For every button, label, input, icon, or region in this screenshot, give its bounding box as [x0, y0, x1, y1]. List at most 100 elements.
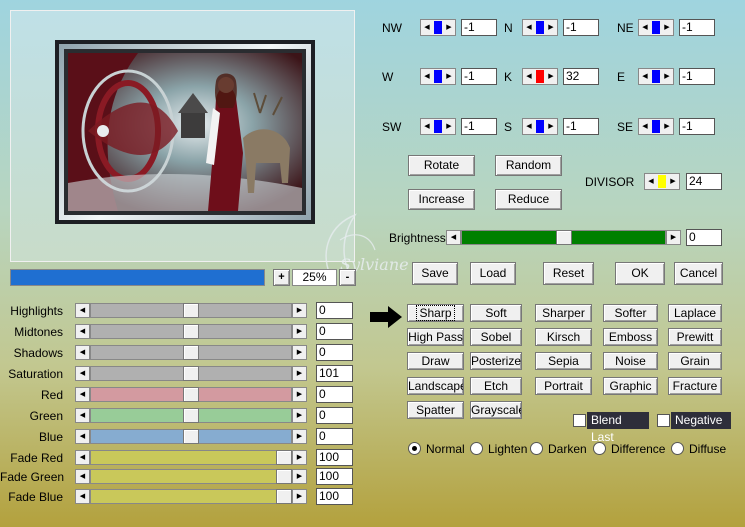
- fade-blue-slider[interactable]: [90, 489, 292, 504]
- decrease-icon[interactable]: ◀: [421, 20, 433, 35]
- preset-graphic-button[interactable]: Graphic: [603, 377, 658, 395]
- dir-field-w[interactable]: -1: [461, 68, 497, 85]
- blue-left-arrow[interactable]: ◀: [75, 429, 90, 444]
- random-button[interactable]: Random: [495, 155, 562, 176]
- fade-blue-left-arrow[interactable]: ◀: [75, 489, 90, 504]
- preset-sepia-button[interactable]: Sepia: [535, 352, 592, 370]
- dir-field-ne[interactable]: -1: [679, 19, 715, 36]
- save-button[interactable]: Save: [412, 262, 458, 285]
- dir-spinner-s[interactable]: ◀ ▶: [522, 118, 558, 135]
- brightness-thumb[interactable]: [555, 230, 572, 245]
- dir-spinner-w[interactable]: ◀ ▶: [420, 68, 456, 85]
- saturation-thumb[interactable]: [183, 366, 199, 381]
- fade-red-left-arrow[interactable]: ◀: [75, 450, 90, 465]
- brightness-field[interactable]: 0: [686, 229, 722, 246]
- zoom-out-button[interactable]: -: [339, 269, 356, 286]
- preset-etch-button[interactable]: Etch: [470, 377, 522, 395]
- preset-softer-button[interactable]: Softer: [603, 304, 658, 322]
- preset-grain-button[interactable]: Grain: [668, 352, 722, 370]
- fade-blue-field[interactable]: 100: [316, 488, 353, 505]
- preset-sharper-button[interactable]: Sharper: [535, 304, 592, 322]
- midtones-left-arrow[interactable]: ◀: [75, 324, 90, 339]
- green-field[interactable]: 0: [316, 407, 353, 424]
- increase-icon[interactable]: ▶: [661, 20, 673, 35]
- increase-icon[interactable]: ▶: [443, 69, 455, 84]
- dir-spinner-k[interactable]: ◀ ▶: [522, 68, 558, 85]
- shadows-left-arrow[interactable]: ◀: [75, 345, 90, 360]
- preset-landscape-button[interactable]: Landscape: [407, 377, 464, 395]
- increase-icon[interactable]: ▶: [545, 119, 557, 134]
- negative-checkbox[interactable]: [657, 414, 670, 427]
- decrease-icon[interactable]: ◀: [639, 119, 651, 134]
- midtones-right-arrow[interactable]: ▶: [292, 324, 307, 339]
- zoom-in-button[interactable]: +: [273, 269, 290, 286]
- green-thumb[interactable]: [183, 408, 199, 423]
- divisor-spinner[interactable]: ◀ ▶: [644, 173, 680, 190]
- mode-darken-radio[interactable]: [530, 442, 543, 455]
- mode-lighten-radio[interactable]: [470, 442, 483, 455]
- increase-button[interactable]: Increase: [408, 189, 475, 210]
- dir-field-e[interactable]: -1: [679, 68, 715, 85]
- dir-spinner-sw[interactable]: ◀ ▶: [420, 118, 456, 135]
- blue-thumb[interactable]: [183, 429, 199, 444]
- brightness-left-arrow[interactable]: ◀: [446, 230, 461, 245]
- increase-icon[interactable]: ▶: [661, 119, 673, 134]
- dir-field-se[interactable]: -1: [679, 118, 715, 135]
- reset-button[interactable]: Reset: [543, 262, 594, 285]
- preset-posterize-button[interactable]: Posterize: [470, 352, 522, 370]
- decrease-icon[interactable]: ◀: [523, 69, 535, 84]
- increase-icon[interactable]: ▶: [667, 174, 679, 189]
- preset-spatter-button[interactable]: Spatter: [407, 401, 464, 419]
- fade-red-field[interactable]: 100: [316, 449, 353, 466]
- rotate-button[interactable]: Rotate: [408, 155, 475, 176]
- increase-icon[interactable]: ▶: [443, 20, 455, 35]
- preset-high-pass-button[interactable]: High Pass: [407, 328, 464, 346]
- preset-portrait-button[interactable]: Portrait: [535, 377, 592, 395]
- decrease-icon[interactable]: ◀: [639, 69, 651, 84]
- preset-emboss-button[interactable]: Emboss: [603, 328, 658, 346]
- midtones-field[interactable]: 0: [316, 323, 353, 340]
- decrease-icon[interactable]: ◀: [421, 69, 433, 84]
- highlights-field[interactable]: 0: [316, 302, 353, 319]
- mode-normal-radio[interactable]: [408, 442, 421, 455]
- red-field[interactable]: 0: [316, 386, 353, 403]
- dir-spinner-se[interactable]: ◀ ▶: [638, 118, 674, 135]
- shadows-field[interactable]: 0: [316, 344, 353, 361]
- reduce-button[interactable]: Reduce: [495, 189, 562, 210]
- preset-sharp-button[interactable]: Sharp: [407, 304, 464, 322]
- preset-prewitt-button[interactable]: Prewitt: [668, 328, 722, 346]
- increase-icon[interactable]: ▶: [661, 69, 673, 84]
- preset-fracture-button[interactable]: Fracture: [668, 377, 722, 395]
- shadows-thumb[interactable]: [183, 345, 199, 360]
- preset-draw-button[interactable]: Draw: [407, 352, 464, 370]
- preset-kirsch-button[interactable]: Kirsch: [535, 328, 592, 346]
- saturation-left-arrow[interactable]: ◀: [75, 366, 90, 381]
- divisor-field[interactable]: 24: [686, 173, 722, 190]
- mode-diffuse-radio[interactable]: [671, 442, 684, 455]
- fade-red-slider[interactable]: [90, 450, 292, 465]
- fade-red-right-arrow[interactable]: ▶: [292, 450, 307, 465]
- dir-field-nw[interactable]: -1: [461, 19, 497, 36]
- preset-laplace-button[interactable]: Laplace: [668, 304, 722, 322]
- increase-icon[interactable]: ▶: [443, 119, 455, 134]
- saturation-field[interactable]: 101: [316, 365, 353, 382]
- increase-icon[interactable]: ▶: [545, 69, 557, 84]
- dir-spinner-ne[interactable]: ◀ ▶: [638, 19, 674, 36]
- dir-field-s[interactable]: -1: [563, 118, 599, 135]
- red-thumb[interactable]: [183, 387, 199, 402]
- highlights-left-arrow[interactable]: ◀: [75, 303, 90, 318]
- midtones-thumb[interactable]: [183, 324, 199, 339]
- highlights-thumb[interactable]: [183, 303, 199, 318]
- dir-spinner-n[interactable]: ◀ ▶: [522, 19, 558, 36]
- dir-field-k[interactable]: 32: [563, 68, 599, 85]
- fade-green-field[interactable]: 100: [316, 468, 353, 485]
- load-button[interactable]: Load: [470, 262, 516, 285]
- preset-noise-button[interactable]: Noise: [603, 352, 658, 370]
- blue-right-arrow[interactable]: ▶: [292, 429, 307, 444]
- decrease-icon[interactable]: ◀: [421, 119, 433, 134]
- saturation-right-arrow[interactable]: ▶: [292, 366, 307, 381]
- fade-green-slider[interactable]: [90, 469, 292, 484]
- increase-icon[interactable]: ▶: [545, 20, 557, 35]
- green-right-arrow[interactable]: ▶: [292, 408, 307, 423]
- decrease-icon[interactable]: ◀: [645, 174, 657, 189]
